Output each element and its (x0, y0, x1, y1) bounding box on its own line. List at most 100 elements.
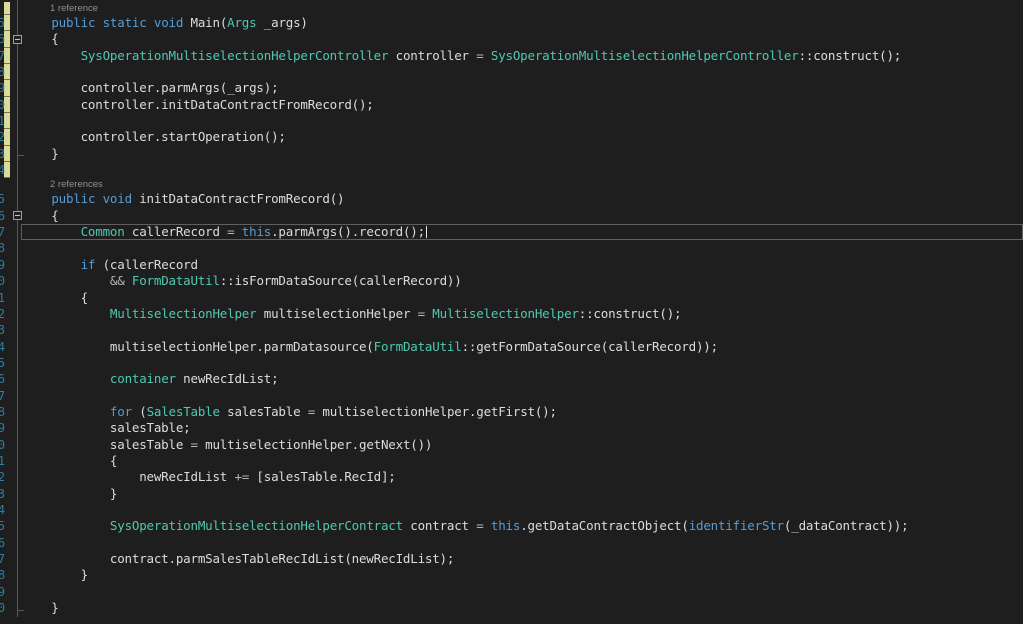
code-line[interactable]: 50 } (0, 600, 1023, 616)
code-token: callerRecord (125, 224, 228, 239)
code-token: SysOperationMultiselectionHelperControll… (491, 48, 799, 63)
code-token: = (476, 48, 483, 63)
code-line[interactable]: 38 for (SalesTable salesTable = multisel… (0, 404, 1023, 420)
code-area[interactable]: 1 reference15 public static void Main(Ar… (0, 2, 1023, 616)
codelens-row[interactable]: 1 reference (0, 2, 1023, 15)
code-token: multiselectionHelper (256, 306, 417, 321)
line-number: 21 (0, 113, 5, 129)
line-number: 20 (0, 97, 5, 113)
code-token: identifierStr (689, 518, 784, 533)
code-line[interactable]: 42 newRecIdList += [salesTable.RecId]; (0, 469, 1023, 485)
code-line[interactable]: 41 { (0, 453, 1023, 469)
text-caret (426, 226, 428, 238)
line-number: 32 (0, 306, 5, 322)
code-line[interactable]: 20 controller.initDataContractFromRecord… (0, 97, 1023, 113)
code-text: controller.parmArgs(_args); (0, 80, 1023, 96)
code-text: } (0, 600, 1023, 616)
code-text: for (SalesTable salesTable = multiselect… (0, 404, 1023, 420)
code-text: salesTable; (0, 420, 1023, 436)
code-text: controller.initDataContractFromRecord(); (0, 97, 1023, 113)
code-line[interactable]: 30 && FormDataUtil::isFormDataSource(cal… (0, 273, 1023, 289)
code-token (125, 273, 132, 288)
code-token: { (22, 31, 59, 46)
code-line[interactable]: 44 (0, 502, 1023, 518)
code-line[interactable]: 32 MultiselectionHelper multiselectionHe… (0, 306, 1023, 322)
code-token: ::construct(); (579, 306, 682, 321)
code-line[interactable]: 15 public static void Main(Args _args) (0, 15, 1023, 31)
code-token: += (234, 469, 249, 484)
code-line[interactable]: 34 multiselectionHelper.parmDatasource(F… (0, 339, 1023, 355)
code-editor[interactable]: 1 reference15 public static void Main(Ar… (0, 0, 1023, 624)
code-token: FormDataUtil (374, 339, 462, 354)
code-line[interactable]: 22 controller.startOperation(); (0, 129, 1023, 145)
code-line[interactable]: 21 (0, 113, 1023, 129)
code-token: controller.startOperation(); (22, 129, 286, 144)
code-line[interactable]: 26 { (0, 208, 1023, 224)
code-token (22, 371, 110, 386)
code-line[interactable]: 37 (0, 388, 1023, 404)
code-line[interactable]: 16 { (0, 31, 1023, 47)
code-token: = (308, 404, 315, 419)
line-number: 47 (0, 551, 5, 567)
codelens-row[interactable]: 2 references (0, 178, 1023, 191)
line-number: 19 (0, 80, 5, 96)
code-token: = (476, 518, 483, 533)
code-token: if (81, 257, 96, 272)
code-text: public void initDataContractFromRecord() (0, 191, 1023, 207)
code-line[interactable]: 17 SysOperationMultiselectionHelperContr… (0, 48, 1023, 64)
codelens-references-link[interactable]: 1 reference (50, 3, 98, 14)
code-token: ::getFormDataSource(callerRecord)); (462, 339, 718, 354)
code-text: && FormDataUtil::isFormDataSource(caller… (0, 273, 1023, 289)
code-token (22, 273, 110, 288)
code-line[interactable]: 19 controller.parmArgs(_args); (0, 80, 1023, 96)
line-number: 49 (0, 584, 5, 600)
line-number: 25 (0, 191, 5, 207)
code-line[interactable]: 49 (0, 584, 1023, 600)
code-text: { (0, 31, 1023, 47)
code-line[interactable]: 33 (0, 322, 1023, 338)
code-line[interactable]: 46 (0, 535, 1023, 551)
code-token (22, 404, 110, 419)
line-number: 38 (0, 404, 5, 420)
collapse-toggle-icon[interactable] (13, 211, 22, 220)
code-line[interactable]: 25 public void initDataContractFromRecor… (0, 191, 1023, 207)
code-line[interactable]: 43 } (0, 486, 1023, 502)
code-token: SysOperationMultiselectionHelperContract (110, 518, 403, 533)
line-number: 23 (0, 146, 5, 162)
code-token: { (22, 453, 117, 468)
code-line[interactable]: 47 contract.parmSalesTableRecIdList(newR… (0, 551, 1023, 567)
code-token: Common (81, 224, 125, 239)
code-text: if (callerRecord (0, 257, 1023, 273)
code-token: multiselectionHelper.getNext()) (198, 437, 432, 452)
code-line[interactable]: 18 (0, 64, 1023, 80)
code-token: MultiselectionHelper (432, 306, 579, 321)
code-text: multiselectionHelper.parmDatasource(Form… (0, 339, 1023, 355)
code-token: MultiselectionHelper (110, 306, 257, 321)
code-line[interactable]: 48 } (0, 567, 1023, 583)
code-text: SysOperationMultiselectionHelperContract… (0, 518, 1023, 534)
line-number: 42 (0, 469, 5, 485)
code-line[interactable]: 24 (0, 162, 1023, 178)
code-line[interactable]: 39 salesTable; (0, 420, 1023, 436)
code-line[interactable]: 40 salesTable = multiselectionHelper.get… (0, 437, 1023, 453)
codelens-references-link[interactable]: 2 references (50, 179, 103, 190)
code-line[interactable]: 27 Common callerRecord = this.parmArgs()… (0, 224, 1023, 240)
code-token: SysOperationMultiselectionHelperControll… (81, 48, 389, 63)
line-number: 24 (0, 162, 5, 178)
code-token: (_dataContract)); (784, 518, 909, 533)
code-text: } (0, 486, 1023, 502)
code-line[interactable]: 28 (0, 240, 1023, 256)
collapse-toggle-icon[interactable] (13, 35, 22, 44)
code-line[interactable]: 35 (0, 355, 1023, 371)
code-line[interactable]: 36 container newRecIdList; (0, 371, 1023, 387)
code-text: salesTable = multiselectionHelper.getNex… (0, 437, 1023, 453)
code-line[interactable]: 45 SysOperationMultiselectionHelperContr… (0, 518, 1023, 534)
line-number: 15 (0, 15, 5, 31)
code-token: = (418, 306, 425, 321)
code-line[interactable]: 31 { (0, 290, 1023, 306)
line-number: 17 (0, 48, 5, 64)
code-text: } (0, 146, 1023, 162)
code-line[interactable]: 29 if (callerRecord (0, 257, 1023, 273)
code-line[interactable]: 23 } (0, 146, 1023, 162)
code-text: { (0, 453, 1023, 469)
